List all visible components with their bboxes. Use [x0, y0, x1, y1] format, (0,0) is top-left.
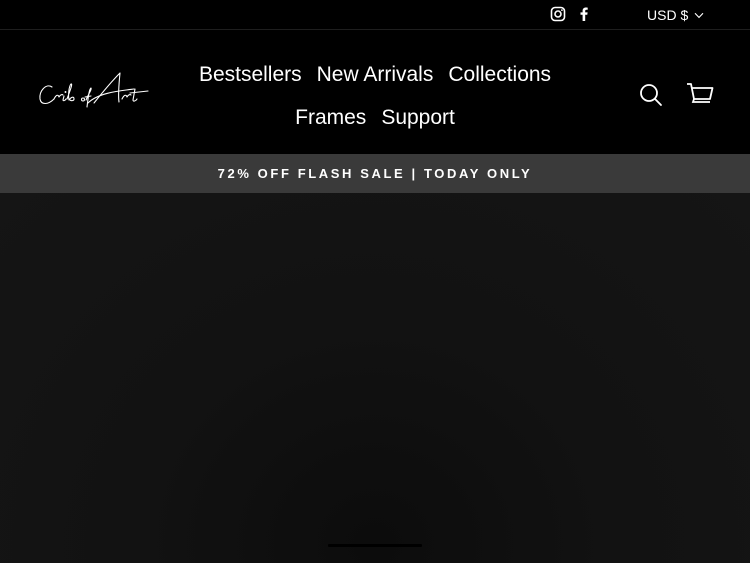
facebook-icon[interactable]	[576, 6, 592, 22]
search-button[interactable]	[638, 82, 664, 108]
cart-icon	[687, 83, 714, 103]
logo-script-graphic	[39, 72, 149, 108]
site-logo[interactable]	[36, 69, 152, 117]
nav-link-collections[interactable]: Collections	[448, 62, 551, 88]
chevron-down-icon	[694, 12, 704, 18]
announcement-bar[interactable]: 72% OFF FLASH SALE | TODAY ONLY	[0, 154, 750, 193]
slide-indicator[interactable]	[328, 544, 422, 547]
nav-row-1: Bestsellers New Arrivals Collections	[188, 53, 562, 96]
nav-row-2: Frames Support	[188, 96, 562, 139]
top-utility-bar: USD $	[0, 0, 750, 30]
social-links	[550, 6, 592, 22]
instagram-icon[interactable]	[550, 6, 566, 22]
nav-link-frames[interactable]: Frames	[295, 105, 366, 131]
cart-button[interactable]	[686, 81, 714, 107]
nav-link-bestsellers[interactable]: Bestsellers	[199, 62, 302, 88]
site-header: Bestsellers New Arrivals Collections Fra…	[0, 31, 750, 154]
hero-slideshow[interactable]	[0, 193, 750, 563]
search-icon	[640, 84, 662, 106]
currency-label: USD $	[647, 7, 689, 23]
nav-link-new-arrivals[interactable]: New Arrivals	[317, 62, 434, 88]
main-navigation: Bestsellers New Arrivals Collections Fra…	[188, 53, 562, 139]
nav-link-support[interactable]: Support	[381, 105, 455, 131]
announcement-text: 72% OFF FLASH SALE | TODAY ONLY	[217, 166, 533, 181]
currency-selector[interactable]: USD $	[647, 6, 704, 24]
